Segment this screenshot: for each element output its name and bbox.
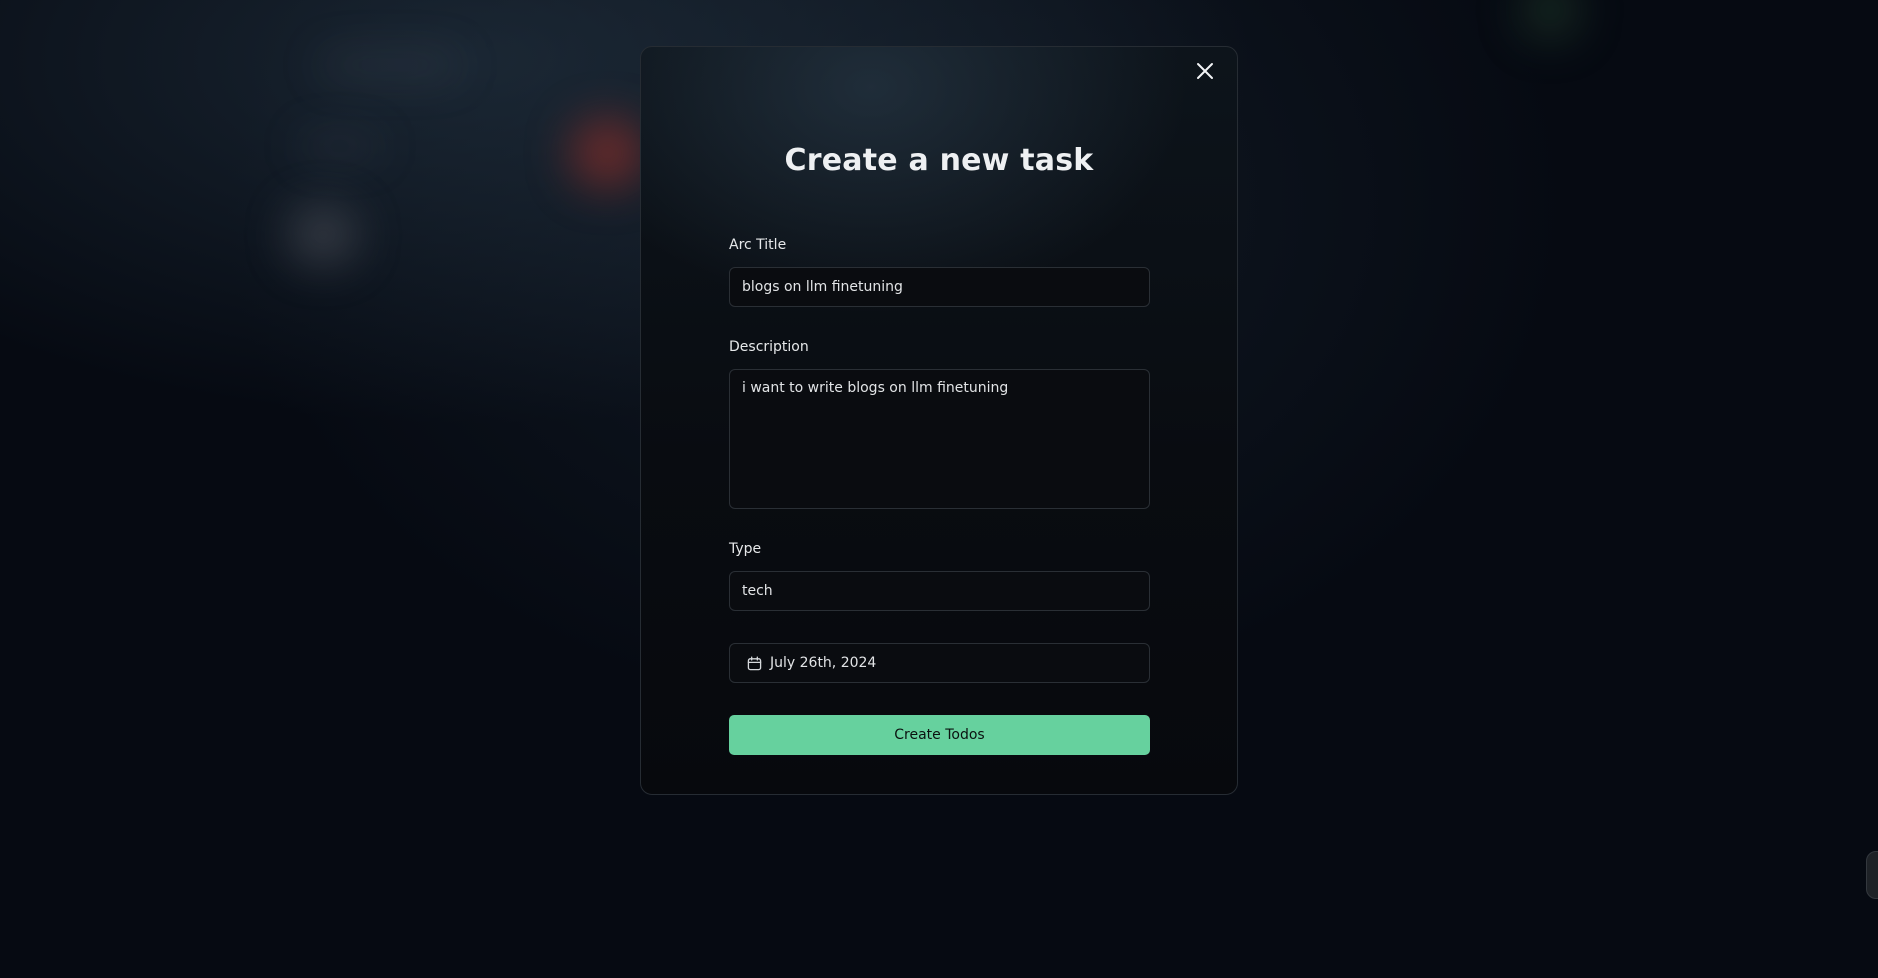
background-blur-shape — [570, 118, 645, 188]
background-blur-shape — [320, 55, 460, 75]
modal-title: Create a new task — [784, 143, 1094, 178]
calendar-icon — [747, 655, 762, 670]
type-label: Type — [729, 541, 762, 557]
background-blur-shape — [300, 135, 380, 157]
close-button[interactable] — [1191, 57, 1219, 85]
side-edge-tab[interactable] — [1866, 851, 1878, 899]
create-todos-button[interactable]: Create Todos — [729, 715, 1150, 755]
arc-title-label: Arc Title — [729, 237, 787, 253]
date-picker-button[interactable]: July 26th, 2024 — [729, 643, 1150, 683]
arc-title-input[interactable] — [729, 267, 1150, 307]
close-icon — [1197, 63, 1213, 79]
description-label: Description — [729, 339, 809, 355]
create-task-modal: Create a new task Arc Title Description … — [640, 46, 1238, 795]
background-blur-shape — [288, 205, 358, 265]
type-input[interactable] — [729, 571, 1150, 611]
selected-date: July 26th, 2024 — [770, 655, 877, 671]
background-blur-shape — [1520, 0, 1580, 40]
description-textarea[interactable]: i want to write blogs on llm finetuning — [729, 369, 1150, 509]
